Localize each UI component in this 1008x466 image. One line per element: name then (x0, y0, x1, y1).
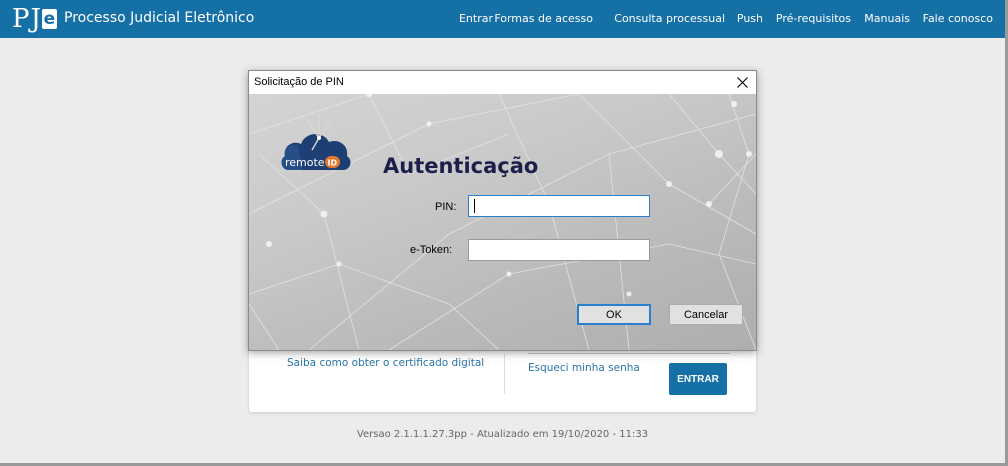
forgot-password-link[interactable]: Esqueci minha senha (528, 362, 640, 374)
remoteid-cloud-logo: remote ID (281, 112, 351, 170)
remoteid-logo-text: remote (285, 156, 325, 169)
logo-letter-p: P (12, 4, 30, 34)
nav-link-pre-requisitos[interactable]: Pré-requisitos (776, 12, 851, 25)
etoken-input[interactable] (468, 239, 650, 261)
logo-letter-j: J (30, 4, 41, 34)
version-info: Versao 2.1.1.1.27.3pp - Atualizado em 19… (356, 429, 649, 440)
cancel-button[interactable]: Cancelar (669, 304, 743, 325)
nav-link-push[interactable]: Push (737, 12, 763, 25)
enter-button[interactable]: ENTRAR (669, 363, 727, 395)
nav-link-fale-conosco[interactable]: Fale conosco (923, 12, 993, 25)
authentication-heading: Autenticação (383, 154, 539, 178)
nav-link-formas-de-acesso[interactable]: Formas de acesso (494, 12, 593, 25)
dialog-title: Solicitação de PIN (254, 76, 344, 88)
certificate-info-link[interactable]: Saiba como obter o certificado digital (287, 357, 484, 369)
pje-logo[interactable]: P J e (12, 5, 57, 33)
text-caret (474, 199, 475, 213)
dialog-titlebar[interactable]: Solicitação de PIN (249, 71, 756, 94)
pin-dialog: Solicitação de PIN remote ID Autenticaçã… (248, 70, 757, 351)
ok-button[interactable]: OK (577, 304, 651, 325)
close-button[interactable] (728, 71, 756, 94)
etoken-label: e-Token: (410, 244, 453, 256)
close-icon (736, 77, 748, 88)
logo-letter-e: e (41, 9, 57, 29)
pin-label: PIN: (435, 201, 457, 213)
remoteid-logo-badge: ID (328, 159, 338, 168)
nav-link-manuais[interactable]: Manuais (864, 12, 910, 25)
app-title: Processo Judicial Eletrônico (64, 10, 255, 26)
pin-input[interactable] (468, 195, 650, 217)
top-navbar: P J e Processo Judicial Eletrônico Entra… (0, 0, 1005, 38)
nav-link-consulta-processual[interactable]: Consulta processual (614, 12, 725, 25)
nav-link-entrar[interactable]: Entrar (459, 12, 493, 25)
card-divider (504, 354, 505, 394)
dialog-body: remote ID Autenticação PIN: e-Token: OK … (249, 94, 756, 350)
